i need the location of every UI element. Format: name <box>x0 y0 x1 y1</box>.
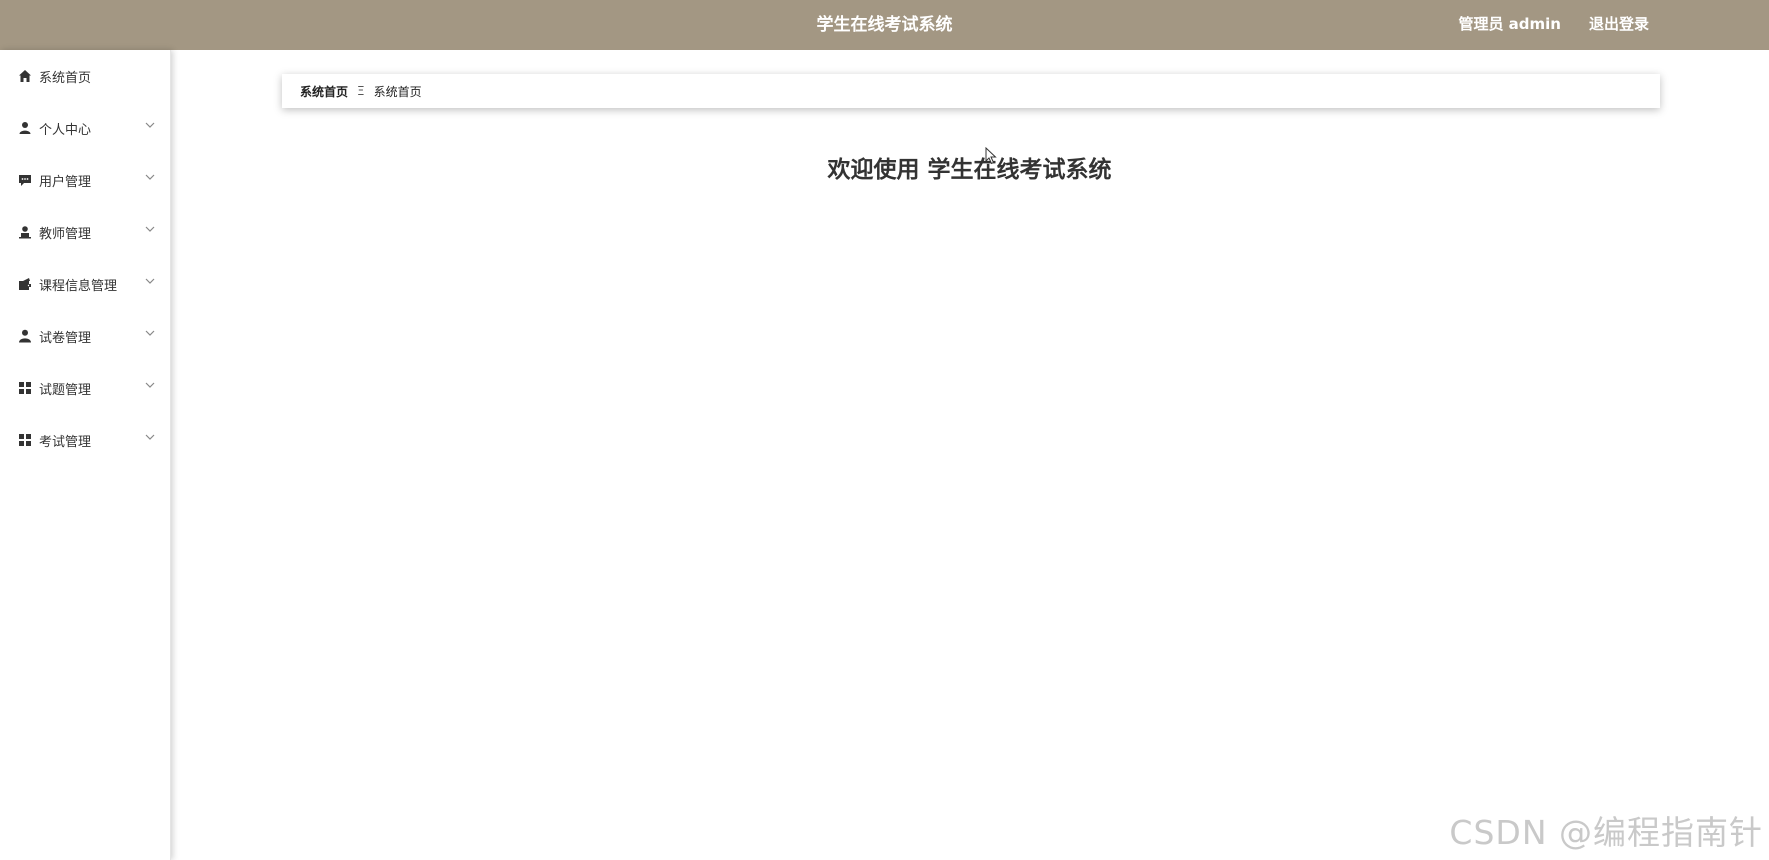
sidebar-item-course-management[interactable]: 课程信息管理 <box>0 258 170 310</box>
teacher-icon <box>18 225 32 239</box>
watermark: CSDN @编程指南针 <box>1449 813 1763 852</box>
sidebar-item-label: 考试管理 <box>39 434 92 450</box>
chevron-down-icon <box>144 119 156 131</box>
chevron-down-icon <box>144 327 156 339</box>
sidebar: 系统首页 个人中心 用户管理 教师管理 课程信息管理 试卷管理 试题管理 考试管… <box>0 50 171 860</box>
sidebar-item-teacher-management[interactable]: 教师管理 <box>0 206 170 258</box>
chevron-down-icon <box>144 431 156 443</box>
chat-icon <box>18 173 32 187</box>
sidebar-item-label: 课程信息管理 <box>39 278 118 294</box>
sidebar-item-user-management[interactable]: 用户管理 <box>0 154 170 206</box>
chevron-down-icon <box>144 171 156 183</box>
current-user-label: 管理员 admin <box>1458 15 1561 33</box>
sidebar-item-label: 试题管理 <box>39 382 92 398</box>
breadcrumb-current: 系统首页 <box>373 84 422 99</box>
top-header: 学生在线考试系统 管理员 admin 退出登录 <box>0 0 1769 50</box>
grid-icon <box>18 433 32 447</box>
chevron-down-icon <box>144 379 156 391</box>
welcome-heading: 欢迎使用 学生在线考试系统 <box>827 157 1112 183</box>
chevron-down-icon <box>144 223 156 235</box>
sidebar-item-label: 用户管理 <box>39 174 92 190</box>
user-icon <box>18 121 32 135</box>
sidebar-item-label: 系统首页 <box>39 70 92 86</box>
wallet-icon <box>18 277 32 291</box>
breadcrumb-separator: Ξ <box>357 84 365 98</box>
sidebar-item-question-management[interactable]: 试题管理 <box>0 362 170 414</box>
sidebar-item-label: 个人中心 <box>39 122 92 138</box>
mouse-cursor-icon <box>985 146 997 165</box>
breadcrumb: 系统首页 Ξ 系统首页 <box>282 74 1660 108</box>
sidebar-item-paper-management[interactable]: 试卷管理 <box>0 310 170 362</box>
home-icon <box>18 69 32 83</box>
sidebar-item-personal-center[interactable]: 个人中心 <box>0 102 170 154</box>
logout-button[interactable]: 退出登录 <box>1589 0 1649 50</box>
user-area: 管理员 admin 退出登录 <box>1458 0 1649 50</box>
sidebar-item-label: 试卷管理 <box>39 330 92 346</box>
sidebar-item-exam-management[interactable]: 考试管理 <box>0 414 170 466</box>
breadcrumb-home-link[interactable]: 系统首页 <box>300 83 348 100</box>
person-icon <box>18 329 32 343</box>
chevron-down-icon <box>144 275 156 287</box>
sidebar-item-home[interactable]: 系统首页 <box>0 50 170 102</box>
sidebar-item-label: 教师管理 <box>39 226 92 242</box>
grid-icon <box>18 381 32 395</box>
